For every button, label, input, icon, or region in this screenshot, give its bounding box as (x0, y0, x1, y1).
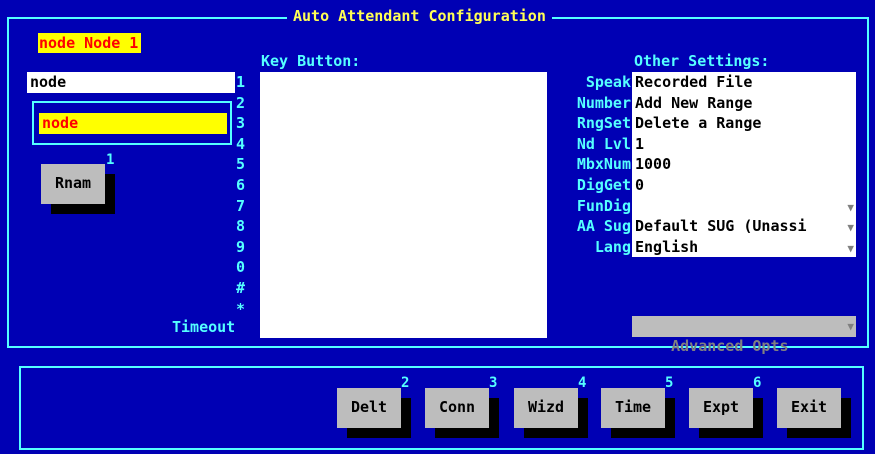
setting-label: Speak (585, 73, 631, 91)
advanced-opts-label: Advanced Opts (671, 337, 789, 355)
setting-label: Lang (594, 237, 631, 256)
button-hotkey: 3 (489, 375, 498, 391)
setting-value: English (635, 237, 699, 256)
advanced-opts-dropdown[interactable]: Advanced Opts ▼ (632, 316, 856, 355)
chevron-down-icon: ▼ (847, 241, 854, 255)
setting-row[interactable]: ▼ (632, 196, 856, 216)
setting-row[interactable]: Recorded File (632, 72, 856, 92)
chevron-down-icon: ▼ (847, 221, 854, 235)
auto-attendant-window: Auto Attendant Configuration node Node 1… (0, 0, 875, 454)
setting-label: Nd Lvl (576, 134, 631, 153)
rnam-button[interactable]: Rnam (41, 164, 105, 204)
button-hotkey: 5 (665, 375, 674, 391)
delt-button[interactable]: Delt (337, 388, 401, 428)
node-highlight-field[interactable]: node (39, 113, 227, 134)
node-name-field[interactable]: node (27, 72, 235, 93)
window-title: Auto Attendant Configuration (287, 7, 552, 25)
setting-value: 1000 (635, 155, 672, 174)
button-hotkey: 6 (753, 375, 762, 391)
key-number: 4 (236, 134, 246, 153)
setting-value: Add New Range (635, 93, 753, 112)
key-button-list[interactable] (260, 72, 547, 338)
setting-row[interactable]: 1 (632, 134, 856, 154)
key-number: 3 (236, 114, 246, 133)
setting-value: Default SUG (Unassi (635, 217, 807, 236)
setting-row[interactable]: Add New Range (632, 93, 856, 113)
setting-value: 0 (635, 176, 645, 194)
key-button-header: Key Button: (261, 52, 361, 70)
key-number: 7 (236, 196, 246, 215)
time-button[interactable]: Time (601, 388, 665, 428)
setting-label: RngSet (576, 114, 631, 133)
key-number: 2 (236, 93, 246, 112)
setting-label: FunDig (576, 196, 631, 215)
key-number: 8 (236, 217, 246, 236)
key-number: * (236, 299, 246, 318)
setting-value: 1 (635, 134, 645, 153)
expt-button[interactable]: Expt (689, 388, 753, 428)
rnam-hotkey: 1 (106, 152, 115, 168)
button-hotkey: 2 (401, 375, 410, 391)
setting-row[interactable]: 0 (632, 175, 856, 195)
wizd-button[interactable]: Wizd (514, 388, 578, 428)
button-hotkey: 4 (578, 375, 587, 391)
key-number: 9 (236, 237, 246, 256)
exit-button[interactable]: Exit (777, 388, 841, 428)
setting-label: AA Sug (576, 217, 631, 236)
setting-label: Number (576, 93, 631, 112)
other-settings-list[interactable]: Recorded File Add New Range Delete a Range… (632, 72, 856, 257)
conn-button[interactable]: Conn (425, 388, 489, 428)
setting-value: Delete a Range (635, 114, 762, 133)
key-number: 0 (236, 258, 246, 277)
setting-row[interactable]: Delete a Range (632, 113, 856, 133)
setting-row[interactable]: Default SUG (Unassi ▼ (632, 216, 856, 236)
setting-label: MbxNum (576, 155, 631, 174)
setting-row[interactable]: English ▼ (632, 237, 856, 257)
node-header: node Node 1 (38, 33, 142, 53)
key-number: 6 (236, 176, 246, 194)
key-number: 5 (236, 155, 246, 174)
setting-label: DigGet (576, 176, 631, 194)
key-number: 1 (236, 73, 246, 91)
other-settings-header: Other Settings: (634, 52, 770, 70)
setting-row[interactable]: 1000 (632, 154, 856, 174)
chevron-down-icon: ▼ (847, 320, 854, 333)
setting-value: Recorded File (635, 73, 753, 91)
timeout-label: Timeout (172, 318, 236, 336)
chevron-down-icon: ▼ (847, 200, 854, 214)
key-number: # (236, 279, 246, 297)
